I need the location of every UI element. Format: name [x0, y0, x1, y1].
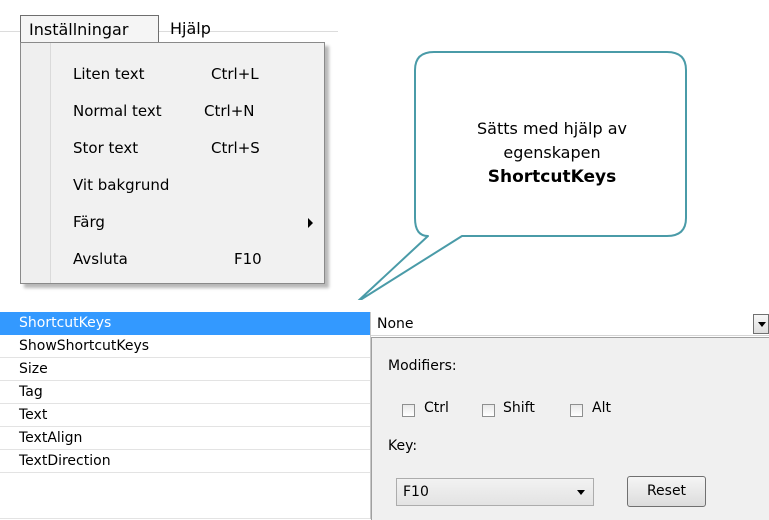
prop-row-shortcutkeys[interactable]: ShortcutKeys: [0, 312, 370, 335]
ctrl-label: Ctrl: [424, 400, 449, 416]
key-select[interactable]: F10: [396, 478, 594, 506]
key-label: Key:: [388, 438, 418, 454]
prop-row-tag[interactable]: Tag: [0, 381, 370, 404]
prop-row-showshortcutkeys[interactable]: ShowShortcutKeys: [0, 335, 370, 358]
callout-line-2: egenskapen: [503, 143, 601, 162]
prop-row-size[interactable]: Size: [0, 358, 370, 381]
shortcutkeys-value[interactable]: None: [371, 312, 769, 336]
prop-row-textdirection[interactable]: TextDirection: [0, 450, 370, 473]
property-grid-top-edge: [0, 300, 370, 312]
callout-property-name: ShortcutKeys: [487, 167, 617, 187]
ctrl-checkbox[interactable]: [402, 404, 415, 417]
reset-button[interactable]: Reset: [627, 476, 706, 507]
alt-checkbox[interactable]: [570, 404, 583, 417]
alt-label: Alt: [592, 400, 611, 416]
prop-row-textalign[interactable]: TextAlign: [0, 427, 370, 450]
prop-row-empty: [0, 473, 370, 519]
key-select-value: F10: [403, 484, 429, 500]
prop-row-text[interactable]: Text: [0, 404, 370, 427]
shortcut-editor-panel: Modifiers: Ctrl Shift Alt Key: F10 Reset: [371, 337, 769, 520]
chevron-down-icon: [577, 490, 585, 495]
callout-line-1: Sätts med hjälp av: [477, 119, 627, 138]
chevron-down-icon: [758, 322, 766, 327]
modifiers-label: Modifiers:: [388, 358, 457, 374]
value-dropdown-button[interactable]: [753, 314, 769, 334]
shift-label: Shift: [503, 400, 535, 416]
shift-checkbox[interactable]: [482, 404, 495, 417]
callout-text: Sätts med hjälp av egenskapen ShortcutKe…: [416, 64, 688, 242]
